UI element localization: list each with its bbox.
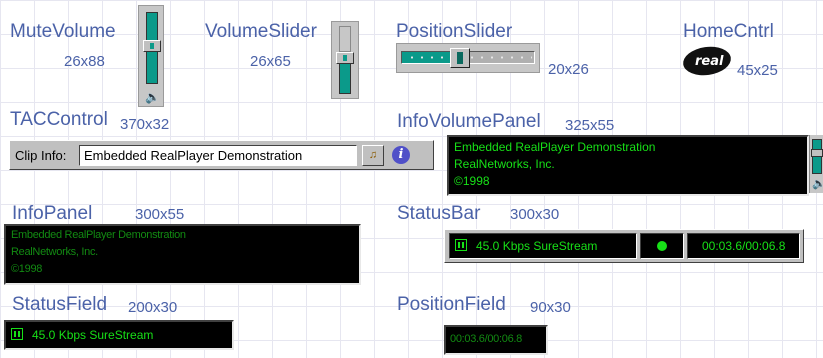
position-field-text: 00:03.6/00:06.8 [450,333,522,345]
pause-icon[interactable] [11,328,23,340]
info-panel-line: Embedded RealPlayer Demonstration [11,229,186,241]
volume-slider-empty [339,26,351,52]
position-field-size: 90x30 [530,299,571,316]
clip-info-menu-button[interactable]: ♫ [362,145,384,166]
info-volume-panel-line: Embedded RealPlayer Demonstration [454,140,656,154]
volume-slider-size: 26x65 [250,53,291,70]
speaker-icon[interactable]: 🔈 [145,91,160,103]
info-volume-panel-line: ©1998 [454,174,490,188]
tac-control-title: TACControl [10,109,108,130]
clip-info-label: Clip Info: [15,148,67,163]
info-volume-panel-title: InfoVolumePanel [397,111,541,132]
status-led-icon [657,241,667,251]
home-control[interactable]: real [681,43,733,79]
tac-control: Clip Info: Embedded RealPlayer Demonstra… [9,140,434,170]
status-bar-status-segment: 45.0 Kbps SureStream [449,233,637,259]
status-field-text: 45.0 Kbps SureStream [32,328,154,342]
info-panel-size: 300x55 [135,206,185,223]
pause-icon[interactable] [455,239,467,251]
volume-slider-title: VolumeSlider [205,21,317,42]
status-bar-title: StatusBar [397,203,481,224]
mute-volume-knob[interactable] [143,40,161,52]
tac-control-size: 370x32 [120,116,170,133]
position-field: 00:03.6/00:06.8 [444,325,548,355]
info-panel-title: InfoPanel [12,203,93,224]
position-slider-knob[interactable] [450,48,470,68]
status-bar-status-text: 45.0 Kbps SureStream [476,239,598,253]
position-slider-title: PositionSlider [396,21,513,42]
home-control-title: HomeCntrl [683,21,774,42]
position-field-title: PositionField [397,294,506,315]
status-field: 45.0 Kbps SureStream [4,320,234,350]
home-control-size: 45x25 [737,62,778,79]
info-volume-panel: Embedded RealPlayer Demonstration RealNe… [447,135,809,196]
info-panel-line: ©1998 [11,263,43,275]
info-panel: Embedded RealPlayer Demonstration RealNe… [4,224,361,285]
position-slider[interactable] [396,43,540,73]
status-bar: 45.0 Kbps SureStream 00:03.6/00:06.8 [444,229,804,263]
info-panel-line: RealNetworks, Inc. [11,246,98,258]
speaker-icon[interactable]: 🔈 [812,177,823,190]
position-slider-size: 20x26 [548,61,589,78]
mute-volume-control[interactable]: 🔈 [138,5,164,107]
info-volume-panel-size: 325x55 [565,117,615,134]
clip-info-field[interactable]: Embedded RealPlayer Demonstration [79,145,357,166]
mute-volume-size: 26x88 [64,53,105,70]
info-volume-panel-volume[interactable]: 🔈 [809,135,823,193]
real-logo-text: real [695,54,724,69]
status-bar-indicator-segment [640,233,684,259]
info-icon[interactable]: i [392,146,410,164]
info-volume-knob[interactable] [811,149,823,157]
status-field-title: StatusField [12,294,108,315]
status-bar-time-text: 00:03.6/00:06.8 [702,239,786,253]
status-bar-size: 300x30 [510,206,560,223]
mute-volume-title: MuteVolume [10,21,116,42]
status-bar-time-segment: 00:03.6/00:06.8 [687,233,800,259]
volume-slider-knob[interactable] [336,52,354,64]
volume-slider[interactable] [331,21,359,99]
info-volume-panel-line: RealNetworks, Inc. [454,157,555,171]
status-field-size: 200x30 [128,299,178,316]
